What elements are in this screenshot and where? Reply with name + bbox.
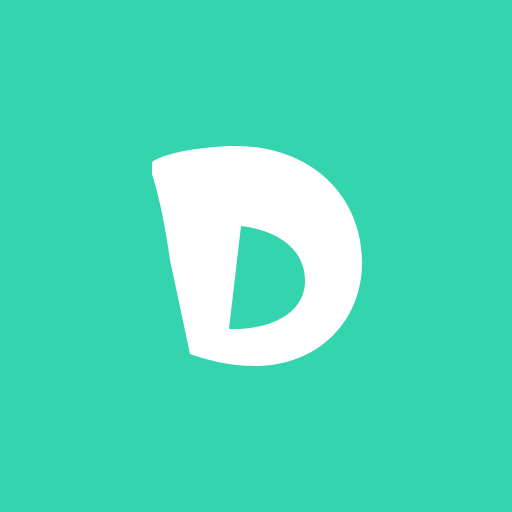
d-logo-glyph <box>152 145 362 366</box>
app-icon-tile <box>0 0 512 512</box>
d-logo-icon <box>152 145 362 366</box>
